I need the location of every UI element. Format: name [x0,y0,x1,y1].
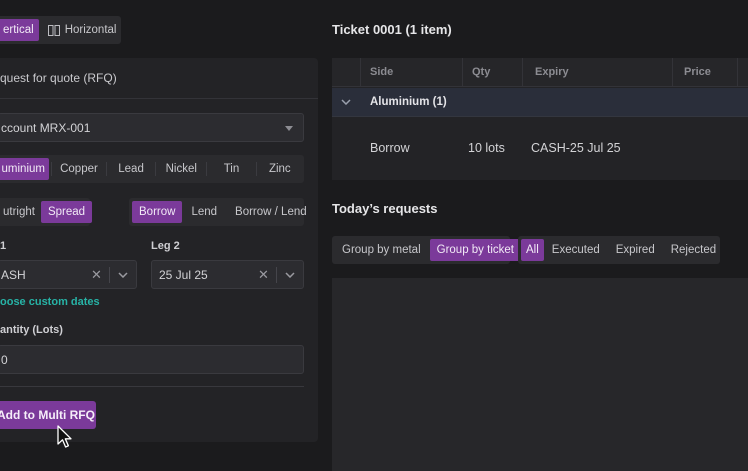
metal-separator [255,162,257,176]
quantity-label: antity (Lots) [0,324,63,336]
metal-option-lead-label: Lead [118,163,144,175]
quantity-value: 0 [1,352,8,367]
choose-custom-dates-link[interactable]: oose custom dates [0,296,100,308]
column-header-expiry: Expiry [535,66,569,78]
rfq-title: quest for quote (RFQ) [0,71,117,85]
metal-selector: uminium Copper Lead Nickel Tin Zinc [0,155,304,183]
status-filter: All Executed Expired Rejected [518,236,720,264]
add-to-multi-rfq-button[interactable]: Add to Multi RFQ [0,401,96,429]
column-separator [462,58,463,87]
group-by-metal-option[interactable]: Group by metal [335,239,428,261]
rfq-title-divider [0,98,318,99]
metal-option-aluminium[interactable]: uminium [0,158,49,180]
filter-expired-label: Expired [615,244,655,256]
orientation-horizontal-label: Horizontal [64,24,117,36]
filter-all[interactable]: All [521,239,544,261]
leg2-divider [276,267,277,283]
trade-type-spread-label: Spread [47,206,86,218]
orientation-horizontal-option[interactable]: Horizontal [41,19,124,41]
metal-option-lead[interactable]: Lead [109,158,153,180]
leg2-label: Leg 2 [151,240,180,252]
leg1-divider [109,267,110,283]
direction-borrow[interactable]: Borrow [132,201,183,223]
leg2-select[interactable]: 25 Jul 25 ✕ [151,260,304,289]
account-value: ccount MRX-001 [1,120,91,135]
filter-executed-label: Executed [551,244,600,256]
grouping-toggle: Group by metal Group by ticket [332,236,521,264]
leg2-clear-icon[interactable]: ✕ [258,267,269,283]
column-header-side: Side [370,66,394,78]
table-row[interactable]: Borrow 10 lots CASH-25 Jul 25 [332,118,748,178]
direction-borrow-label: Borrow [139,206,176,218]
trade-type-spread[interactable]: Spread [40,201,93,223]
group-by-ticket-option[interactable]: Group by ticket [429,239,521,261]
ticket-table: Side Qty Expiry Price Aluminium (1) Borr… [332,58,748,180]
column-separator [360,58,361,87]
leg1-clear-icon[interactable]: ✕ [91,267,102,283]
filter-all-label: All [526,244,539,256]
mouse-cursor-icon [57,425,72,448]
column-header-price: Price [684,66,711,78]
leg1-label: 1 [0,240,7,252]
leg1-select[interactable]: ASH ✕ [0,260,137,289]
direction-lend[interactable]: Lend [184,201,224,223]
orientation-toggle: ertical Horizontal [0,16,121,44]
metal-option-tin[interactable]: Tin [209,158,253,180]
ticket-table-header: Side Qty Expiry Price [332,58,748,87]
columns-icon [47,24,60,36]
trade-type-outright[interactable]: utright [0,201,39,223]
column-separator [737,58,738,87]
direction-selector: Borrow Lend Borrow / Lend [129,198,307,226]
filter-rejected[interactable]: Rejected [665,239,722,261]
metal-option-copper-label: Copper [60,163,98,175]
trade-type-selector: utright Spread [0,198,93,226]
metal-separator [206,162,208,176]
metal-option-copper[interactable]: Copper [54,158,104,180]
column-header-qty: Qty [472,66,491,78]
metal-separator [105,162,107,176]
trade-type-outright-label: utright [3,206,35,218]
group-label: Aluminium (1) [370,96,447,108]
metal-option-aluminium-label: uminium [1,163,45,175]
direction-lend-label: Lend [191,206,218,218]
form-divider [0,386,304,387]
ticket-title: Ticket 0001 (1 item) [332,22,452,37]
column-separator [522,58,523,87]
metal-option-zinc[interactable]: Zinc [259,158,301,180]
rfq-panel: quest for quote (RFQ) ccount MRX-001 umi… [0,58,318,442]
group-by-ticket-label: Group by ticket [436,244,514,256]
quantity-input[interactable]: 0 [0,345,304,374]
direction-borrow-lend[interactable]: Borrow / Lend [228,201,314,223]
row-side: Borrow [370,141,410,155]
row-qty: 10 lots [468,141,505,155]
group-by-metal-label: Group by metal [342,244,421,256]
chevron-down-icon [285,126,293,131]
chevron-down-icon[interactable] [341,99,351,105]
row-expiry: CASH-25 Jul 25 [531,141,621,155]
orientation-vertical-label: ertical [3,24,34,36]
metal-separator [155,162,157,176]
account-select[interactable]: ccount MRX-001 [0,113,304,142]
metal-separator [51,162,52,176]
leg2-value: 25 Jul 25 [159,267,208,282]
todays-requests-title: Today’s requests [332,201,438,216]
metal-option-nickel[interactable]: Nickel [158,158,204,180]
requests-list-panel [332,278,748,471]
metal-option-tin-label: Tin [223,163,240,175]
leg1-value: ASH [1,267,26,282]
metal-option-zinc-label: Zinc [268,163,291,175]
filter-executed[interactable]: Executed [546,239,606,261]
leg1-chevron-down-icon[interactable] [118,272,128,278]
add-to-multi-rfq-label: Add to Multi RFQ [0,408,95,422]
column-separator [672,58,673,87]
direction-borrow-lend-label: Borrow / Lend [235,206,307,218]
metal-option-nickel-label: Nickel [165,163,197,175]
leg2-chevron-down-icon[interactable] [285,272,295,278]
orientation-vertical-option[interactable]: ertical [0,19,39,41]
group-row-aluminium[interactable]: Aluminium (1) [332,88,748,117]
filter-expired[interactable]: Expired [610,239,661,261]
filter-rejected-label: Rejected [670,244,717,256]
